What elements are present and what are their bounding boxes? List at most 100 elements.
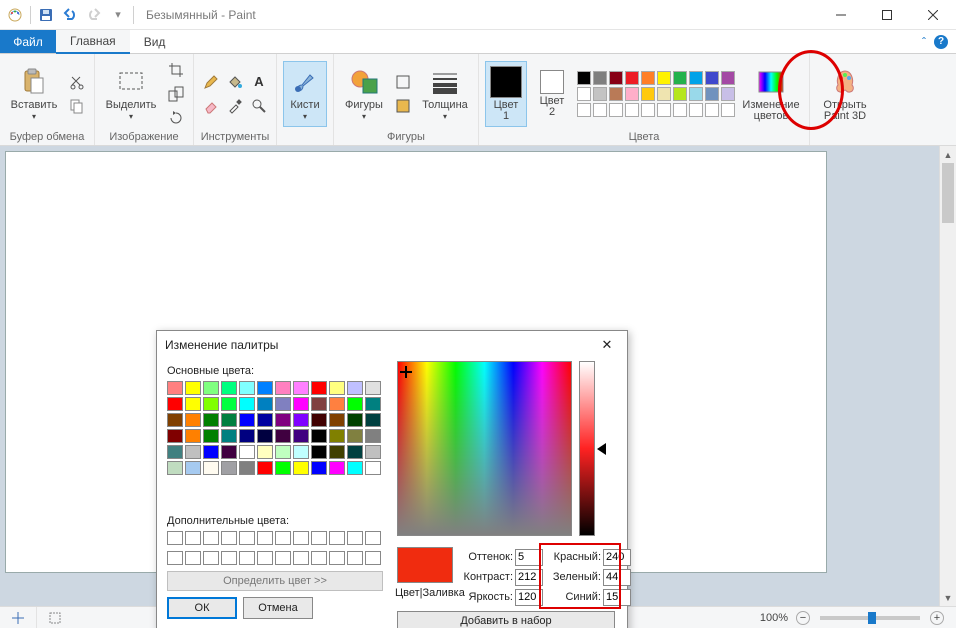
thickness-button[interactable]: Толщина▾ — [418, 61, 472, 127]
scroll-down-icon[interactable]: ▼ — [940, 589, 956, 606]
basic-color-swatch[interactable] — [239, 397, 255, 411]
basic-color-swatch[interactable] — [329, 413, 345, 427]
tab-home[interactable]: Главная — [56, 30, 130, 54]
basic-color-swatch[interactable] — [329, 461, 345, 475]
palette-swatch[interactable] — [657, 71, 671, 85]
palette-swatch[interactable] — [577, 87, 591, 101]
palette-swatch[interactable] — [577, 103, 591, 117]
basic-color-swatch[interactable] — [311, 445, 327, 459]
basic-color-swatch[interactable] — [221, 413, 237, 427]
palette-swatch[interactable] — [625, 87, 639, 101]
basic-color-swatch[interactable] — [311, 381, 327, 395]
basic-color-swatch[interactable] — [185, 445, 201, 459]
basic-color-swatch[interactable] — [257, 413, 273, 427]
basic-color-swatch[interactable] — [185, 397, 201, 411]
fill-icon[interactable] — [224, 71, 246, 93]
green-input[interactable] — [603, 569, 631, 586]
basic-color-swatch[interactable] — [311, 397, 327, 411]
scroll-thumb[interactable] — [942, 163, 954, 223]
palette-swatch[interactable] — [625, 103, 639, 117]
cancel-button[interactable]: Отмена — [243, 597, 313, 619]
basic-color-swatch[interactable] — [311, 429, 327, 443]
rotate-icon[interactable] — [165, 107, 187, 129]
basic-color-swatch[interactable] — [257, 429, 273, 443]
basic-color-swatch[interactable] — [293, 445, 309, 459]
basic-color-swatch[interactable] — [185, 429, 201, 443]
basic-color-swatch[interactable] — [257, 397, 273, 411]
ok-button[interactable]: ОК — [167, 597, 237, 619]
eyedropper-icon[interactable] — [224, 95, 246, 117]
zoom-out-button[interactable]: − — [796, 611, 810, 625]
palette-swatch[interactable] — [689, 87, 703, 101]
color-spectrum[interactable] — [397, 361, 572, 536]
basic-color-swatch[interactable] — [203, 397, 219, 411]
basic-color-swatch[interactable] — [365, 445, 381, 459]
save-icon[interactable] — [35, 4, 57, 26]
collapse-ribbon-icon[interactable]: ˆ — [922, 35, 926, 49]
palette-swatch[interactable] — [673, 103, 687, 117]
palette-swatch[interactable] — [705, 103, 719, 117]
palette-swatch[interactable] — [705, 71, 719, 85]
basic-color-swatch[interactable] — [167, 461, 183, 475]
spectrum-marker[interactable] — [402, 368, 410, 376]
zoom-knob[interactable] — [868, 612, 876, 624]
basic-color-swatch[interactable] — [203, 381, 219, 395]
basic-color-swatch[interactable] — [167, 429, 183, 443]
basic-color-swatch[interactable] — [221, 429, 237, 443]
basic-color-swatch[interactable] — [257, 381, 273, 395]
basic-color-swatch[interactable] — [293, 429, 309, 443]
open-paint3d-button[interactable]: Открыть Paint 3D — [816, 61, 874, 127]
basic-color-swatch[interactable] — [239, 445, 255, 459]
basic-color-swatch[interactable] — [347, 381, 363, 395]
copy-icon[interactable] — [66, 95, 88, 117]
close-button[interactable] — [910, 0, 956, 30]
basic-color-swatch[interactable] — [167, 397, 183, 411]
qat-more-icon[interactable]: ▾ — [107, 4, 129, 26]
basic-color-swatch[interactable] — [365, 381, 381, 395]
palette-swatch[interactable] — [721, 71, 735, 85]
basic-color-swatch[interactable] — [203, 429, 219, 443]
red-input[interactable] — [603, 549, 631, 566]
basic-color-swatch[interactable] — [329, 397, 345, 411]
basic-color-swatch[interactable] — [221, 381, 237, 395]
zoom-slider[interactable] — [820, 616, 920, 620]
palette-swatch[interactable] — [609, 103, 623, 117]
basic-color-swatch[interactable] — [167, 381, 183, 395]
basic-color-swatch[interactable] — [257, 445, 273, 459]
color1-button[interactable]: Цвет 1 — [485, 61, 527, 127]
fill-style-icon[interactable] — [392, 95, 414, 117]
vertical-scrollbar[interactable]: ▲ ▼ — [939, 146, 956, 606]
basic-color-swatch[interactable] — [347, 461, 363, 475]
blue-input[interactable] — [603, 589, 631, 606]
basic-color-swatch[interactable] — [293, 381, 309, 395]
palette-swatch[interactable] — [641, 103, 655, 117]
basic-color-swatch[interactable] — [329, 445, 345, 459]
basic-color-swatch[interactable] — [347, 413, 363, 427]
basic-color-swatch[interactable] — [275, 429, 291, 443]
basic-color-swatch[interactable] — [185, 461, 201, 475]
tab-view[interactable]: Вид — [130, 30, 180, 53]
basic-color-swatch[interactable] — [365, 413, 381, 427]
magnifier-icon[interactable] — [248, 95, 270, 117]
basic-color-swatch[interactable] — [311, 461, 327, 475]
basic-color-swatch[interactable] — [239, 413, 255, 427]
basic-color-swatch[interactable] — [329, 429, 345, 443]
basic-color-swatch[interactable] — [293, 397, 309, 411]
palette-swatch[interactable] — [689, 103, 703, 117]
outline-icon[interactable] — [392, 71, 414, 93]
select-button[interactable]: Выделить▾ — [101, 61, 161, 127]
palette-swatch[interactable] — [721, 87, 735, 101]
palette-swatch[interactable] — [673, 87, 687, 101]
luminance-arrow-icon[interactable] — [597, 443, 606, 455]
basic-color-swatch[interactable] — [275, 461, 291, 475]
basic-color-swatch[interactable] — [293, 461, 309, 475]
palette-swatch[interactable] — [593, 87, 607, 101]
help-icon[interactable]: ? — [934, 35, 948, 49]
shapes-button[interactable]: Фигуры▾ — [340, 61, 388, 127]
minimize-button[interactable] — [818, 0, 864, 30]
edit-colors-button[interactable]: Изменение цветов — [739, 61, 803, 127]
dialog-close-button[interactable]: ✕ — [595, 333, 619, 357]
redo-icon[interactable] — [83, 4, 105, 26]
basic-color-swatch[interactable] — [167, 413, 183, 427]
palette-swatch[interactable] — [577, 71, 591, 85]
